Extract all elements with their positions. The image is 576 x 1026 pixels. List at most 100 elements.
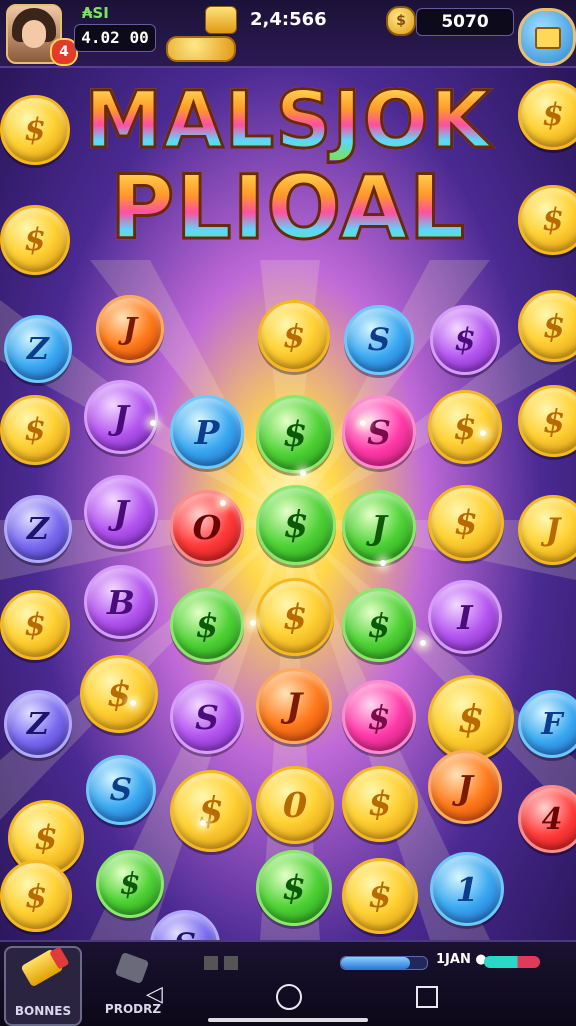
- coin-tile[interactable]: $: [0, 205, 70, 275]
- coin-tile[interactable]: I: [428, 580, 502, 654]
- coin-glyph: J: [457, 767, 473, 807]
- coin-tile[interactable]: 0: [256, 766, 334, 844]
- sparkle: [380, 560, 386, 566]
- coin-glyph: $: [453, 407, 477, 447]
- coin-tile[interactable]: $: [342, 766, 418, 842]
- coin-tile[interactable]: S: [344, 305, 414, 375]
- title-line-1: MALSJOK: [0, 81, 576, 162]
- coin-glyph: $: [195, 605, 219, 645]
- coin-glyph: 1: [455, 869, 479, 909]
- coin-tile[interactable]: O: [170, 490, 244, 564]
- coin-tile[interactable]: $: [428, 390, 502, 464]
- coin-tile[interactable]: $: [342, 858, 418, 934]
- coin-glyph: $: [24, 412, 46, 448]
- game-title-logo: MALSJOK PLIOAL: [0, 81, 576, 254]
- nav-home-button[interactable]: [276, 984, 302, 1010]
- bottom-bar: BONNES PRODRZ 1JAN ● ◁: [0, 940, 576, 1026]
- coin-glyph: $: [119, 866, 141, 902]
- coin-glyph: $: [106, 673, 132, 715]
- coin-tile[interactable]: $: [430, 305, 500, 375]
- coin-glyph: $: [457, 695, 485, 741]
- coin-tile[interactable]: S: [86, 755, 156, 825]
- coin-tile[interactable]: $: [0, 395, 70, 465]
- coin-glyph: O: [192, 507, 222, 547]
- coin-glyph: J: [285, 686, 303, 726]
- coin-glyph: $: [542, 202, 564, 238]
- coin-tile[interactable]: $: [342, 588, 416, 662]
- flag-icon: [224, 956, 238, 970]
- gesture-bar: [208, 1018, 368, 1022]
- coin-glyph: J: [545, 512, 561, 548]
- coin-tile[interactable]: $: [428, 485, 504, 561]
- sparkle: [150, 420, 156, 426]
- coin-tile[interactable]: $: [256, 578, 334, 656]
- coin-tile[interactable]: Z: [4, 495, 72, 563]
- coin-glyph: $: [282, 868, 306, 908]
- gold-counter: 2,4:566: [250, 9, 327, 30]
- coin-tile[interactable]: F: [518, 690, 576, 758]
- coin-glyph: $: [368, 876, 392, 916]
- coin-tile[interactable]: $: [170, 770, 252, 852]
- coin-tile[interactable]: $: [256, 395, 334, 473]
- coin-tile[interactable]: 4: [518, 785, 576, 853]
- square-icon: [204, 956, 218, 970]
- coin-tile[interactable]: $: [258, 300, 330, 372]
- coin-tile[interactable]: $: [170, 588, 244, 662]
- coin-glyph: $: [454, 503, 478, 543]
- sparkle: [480, 430, 486, 436]
- coin-glyph: $: [283, 504, 309, 546]
- coin-glyph: J: [371, 507, 387, 547]
- sparkle: [130, 700, 136, 706]
- chest-icon: [535, 27, 561, 49]
- coin-tile[interactable]: $: [96, 850, 164, 918]
- coin-tile[interactable]: Z: [4, 690, 72, 758]
- coin-tile[interactable]: $: [0, 860, 72, 932]
- nav-recents-button[interactable]: [416, 986, 438, 1008]
- coin-tile[interactable]: $: [0, 590, 70, 660]
- coin-glyph: $: [24, 222, 46, 258]
- coin-glyph: $: [24, 607, 46, 643]
- coin-tile[interactable]: $: [518, 290, 576, 362]
- coin-tile[interactable]: J: [428, 750, 502, 824]
- coin-tile[interactable]: $: [518, 385, 576, 457]
- coin-tile[interactable]: J: [96, 295, 164, 363]
- coin-tile[interactable]: $: [428, 675, 514, 761]
- coin-glyph: I: [457, 597, 473, 637]
- coin-tile[interactable]: $: [0, 95, 70, 165]
- coin-tile[interactable]: $: [256, 485, 336, 565]
- coin-glyph: $: [367, 697, 391, 737]
- coin-glyph: $: [282, 413, 308, 455]
- coin-tile[interactable]: B: [84, 565, 158, 639]
- coin-tile[interactable]: J: [256, 668, 332, 744]
- coin-glyph: S: [367, 322, 391, 358]
- coin-tile[interactable]: J: [84, 475, 158, 549]
- coin-tile[interactable]: Z: [4, 315, 72, 383]
- bonus-tab[interactable]: BONNES: [4, 946, 82, 1026]
- coin-tile[interactable]: P: [170, 395, 244, 469]
- coin-glyph: $: [282, 317, 306, 355]
- coin-glyph: $: [367, 605, 391, 645]
- coin-glyph: F: [541, 706, 563, 742]
- sparkle: [360, 420, 366, 426]
- coin-tile[interactable]: S: [342, 395, 416, 469]
- coin-tile[interactable]: J: [342, 490, 416, 564]
- sparkle: [200, 820, 206, 826]
- coin-tile[interactable]: J: [518, 495, 576, 565]
- coin-glyph: S: [195, 697, 219, 737]
- sparkle: [300, 470, 306, 476]
- top-hud: 4 ₳SІ 4.02 00 2,4:566 $ 5070: [0, 0, 576, 68]
- coin-tile[interactable]: $: [256, 850, 332, 926]
- shop-button[interactable]: [518, 8, 576, 66]
- coin-tile[interactable]: 1: [430, 852, 504, 926]
- coin-glyph: Z: [27, 331, 49, 367]
- coin-glyph: J: [122, 311, 138, 347]
- coin-tile[interactable]: $: [342, 680, 416, 754]
- coin-tile[interactable]: S: [170, 680, 244, 754]
- coin-glyph: 0: [282, 784, 308, 826]
- coin-glyph: $: [542, 402, 566, 440]
- coin-tile[interactable]: $: [80, 655, 158, 733]
- nav-back-button[interactable]: ◁: [146, 982, 163, 1007]
- coin-glyph: Z: [27, 511, 49, 547]
- coin-tile[interactable]: J: [84, 380, 158, 454]
- coin-glyph: $: [34, 818, 58, 858]
